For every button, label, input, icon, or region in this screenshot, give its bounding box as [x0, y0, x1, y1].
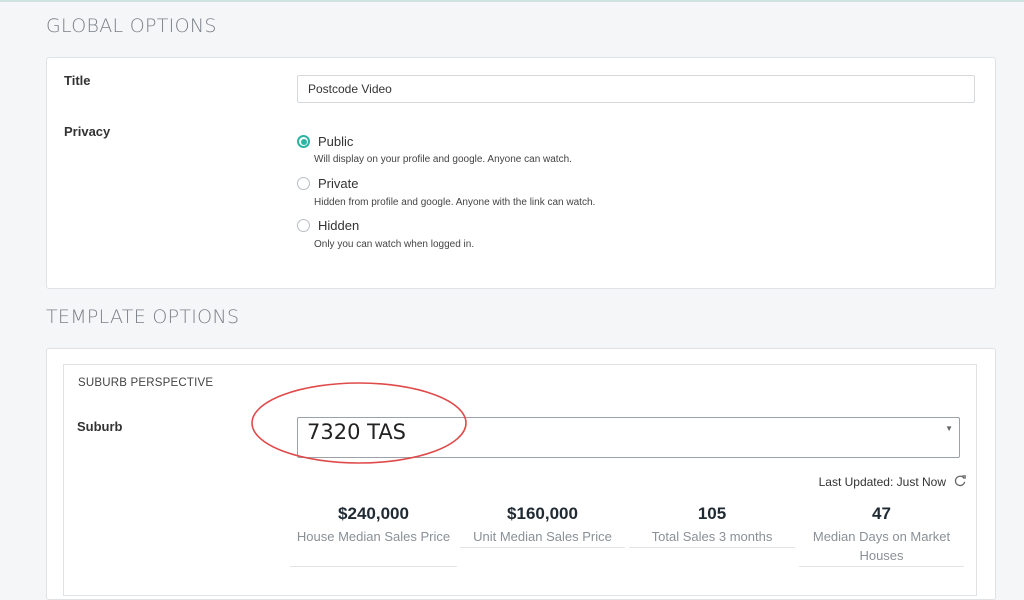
stat-label: Total Sales 3 months: [651, 529, 773, 544]
stat-median-days: 47 Median Days on Market Houses: [799, 504, 964, 565]
last-updated-text: Last Updated: Just Now: [818, 475, 946, 489]
privacy-option-label: Public: [318, 134, 354, 149]
privacy-option-private[interactable]: Private: [297, 176, 358, 191]
suburb-perspective-heading: SUBURB PERSPECTIVE: [78, 377, 214, 389]
title-input[interactable]: Postcode Video: [297, 75, 975, 103]
stat-divider: [629, 547, 795, 548]
privacy-option-label: Private: [318, 176, 359, 191]
radio-public[interactable]: [297, 135, 310, 148]
stat-house-median: $240,000 House Median Sales Price: [290, 504, 457, 546]
privacy-option-description: Only you can watch when logged in.: [314, 239, 475, 250]
privacy-option-public[interactable]: Public: [297, 134, 353, 149]
stat-total-sales: 105 Total Sales 3 months: [629, 504, 795, 546]
privacy-option-description: Will display on your profile and google.…: [314, 154, 572, 165]
global-options-heading: GLOBAL OPTIONS: [46, 15, 217, 37]
privacy-option-label: Hidden: [318, 218, 360, 233]
privacy-option-description: Hidden from profile and google. Anyone w…: [314, 197, 596, 208]
annotation-ellipse: [251, 382, 467, 464]
stat-divider: [799, 566, 964, 567]
privacy-label: Privacy: [64, 124, 111, 139]
stat-label: House Median Sales Price: [296, 529, 451, 544]
refresh-icon[interactable]: [954, 474, 967, 487]
privacy-option-hidden[interactable]: Hidden: [297, 218, 359, 233]
caret-down-icon: ▼: [945, 424, 953, 433]
stat-divider: [290, 566, 457, 567]
suburb-label: Suburb: [77, 419, 123, 434]
stat-unit-median: $160,000 Unit Median Sales Price: [460, 504, 625, 546]
stat-value: 47: [872, 504, 891, 523]
stat-label: Unit Median Sales Price: [473, 529, 612, 544]
radio-private[interactable]: [297, 177, 310, 190]
stat-value: $240,000: [338, 504, 409, 523]
template-options-heading: TEMPLATE OPTIONS: [46, 306, 240, 328]
top-border: [0, 0, 1024, 2]
title-label: Title: [64, 73, 91, 88]
stat-value: $160,000: [507, 504, 578, 523]
stat-label: Median Days on Market Houses: [812, 529, 951, 563]
stat-value: 105: [697, 504, 727, 523]
stat-divider: [460, 547, 625, 548]
radio-hidden[interactable]: [297, 219, 310, 232]
